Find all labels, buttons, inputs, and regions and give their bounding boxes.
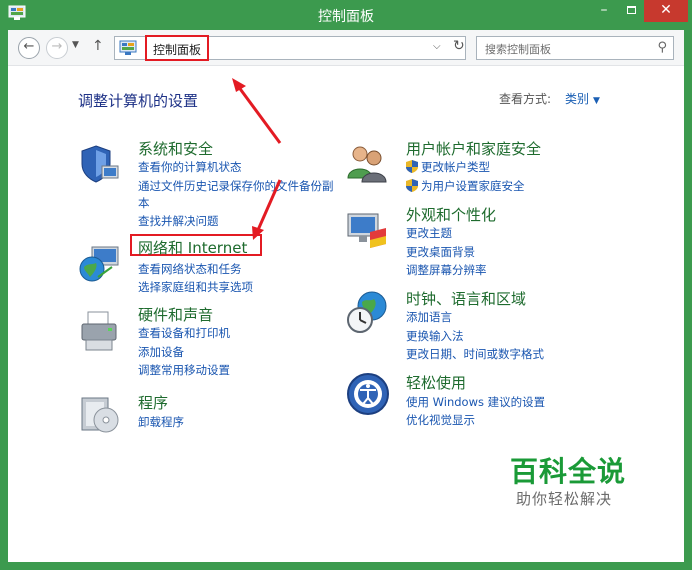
watermark-slogan: 助你轻松解决: [516, 490, 613, 508]
maximize-icon: [626, 6, 636, 14]
watermark-brand: 百科全说: [510, 455, 627, 488]
close-button[interactable]: ✕: [644, 0, 688, 22]
arrow-to-network: [256, 179, 282, 231]
arrowhead-network: [252, 226, 264, 240]
window-title: 控制面板: [318, 9, 374, 25]
arrowhead-address: [232, 78, 246, 92]
minimize-button[interactable]: –: [590, 0, 618, 22]
window: 控制面板 – ✕ ← → ▼ ↑ 控制面板 ⌵ ↻ 搜索控制面板 ⚲ 调整计算机…: [0, 0, 692, 570]
arrow-to-address: [236, 85, 282, 144]
maximize-button[interactable]: [618, 0, 644, 22]
title-bar[interactable]: 控制面板 – ✕: [0, 0, 692, 30]
